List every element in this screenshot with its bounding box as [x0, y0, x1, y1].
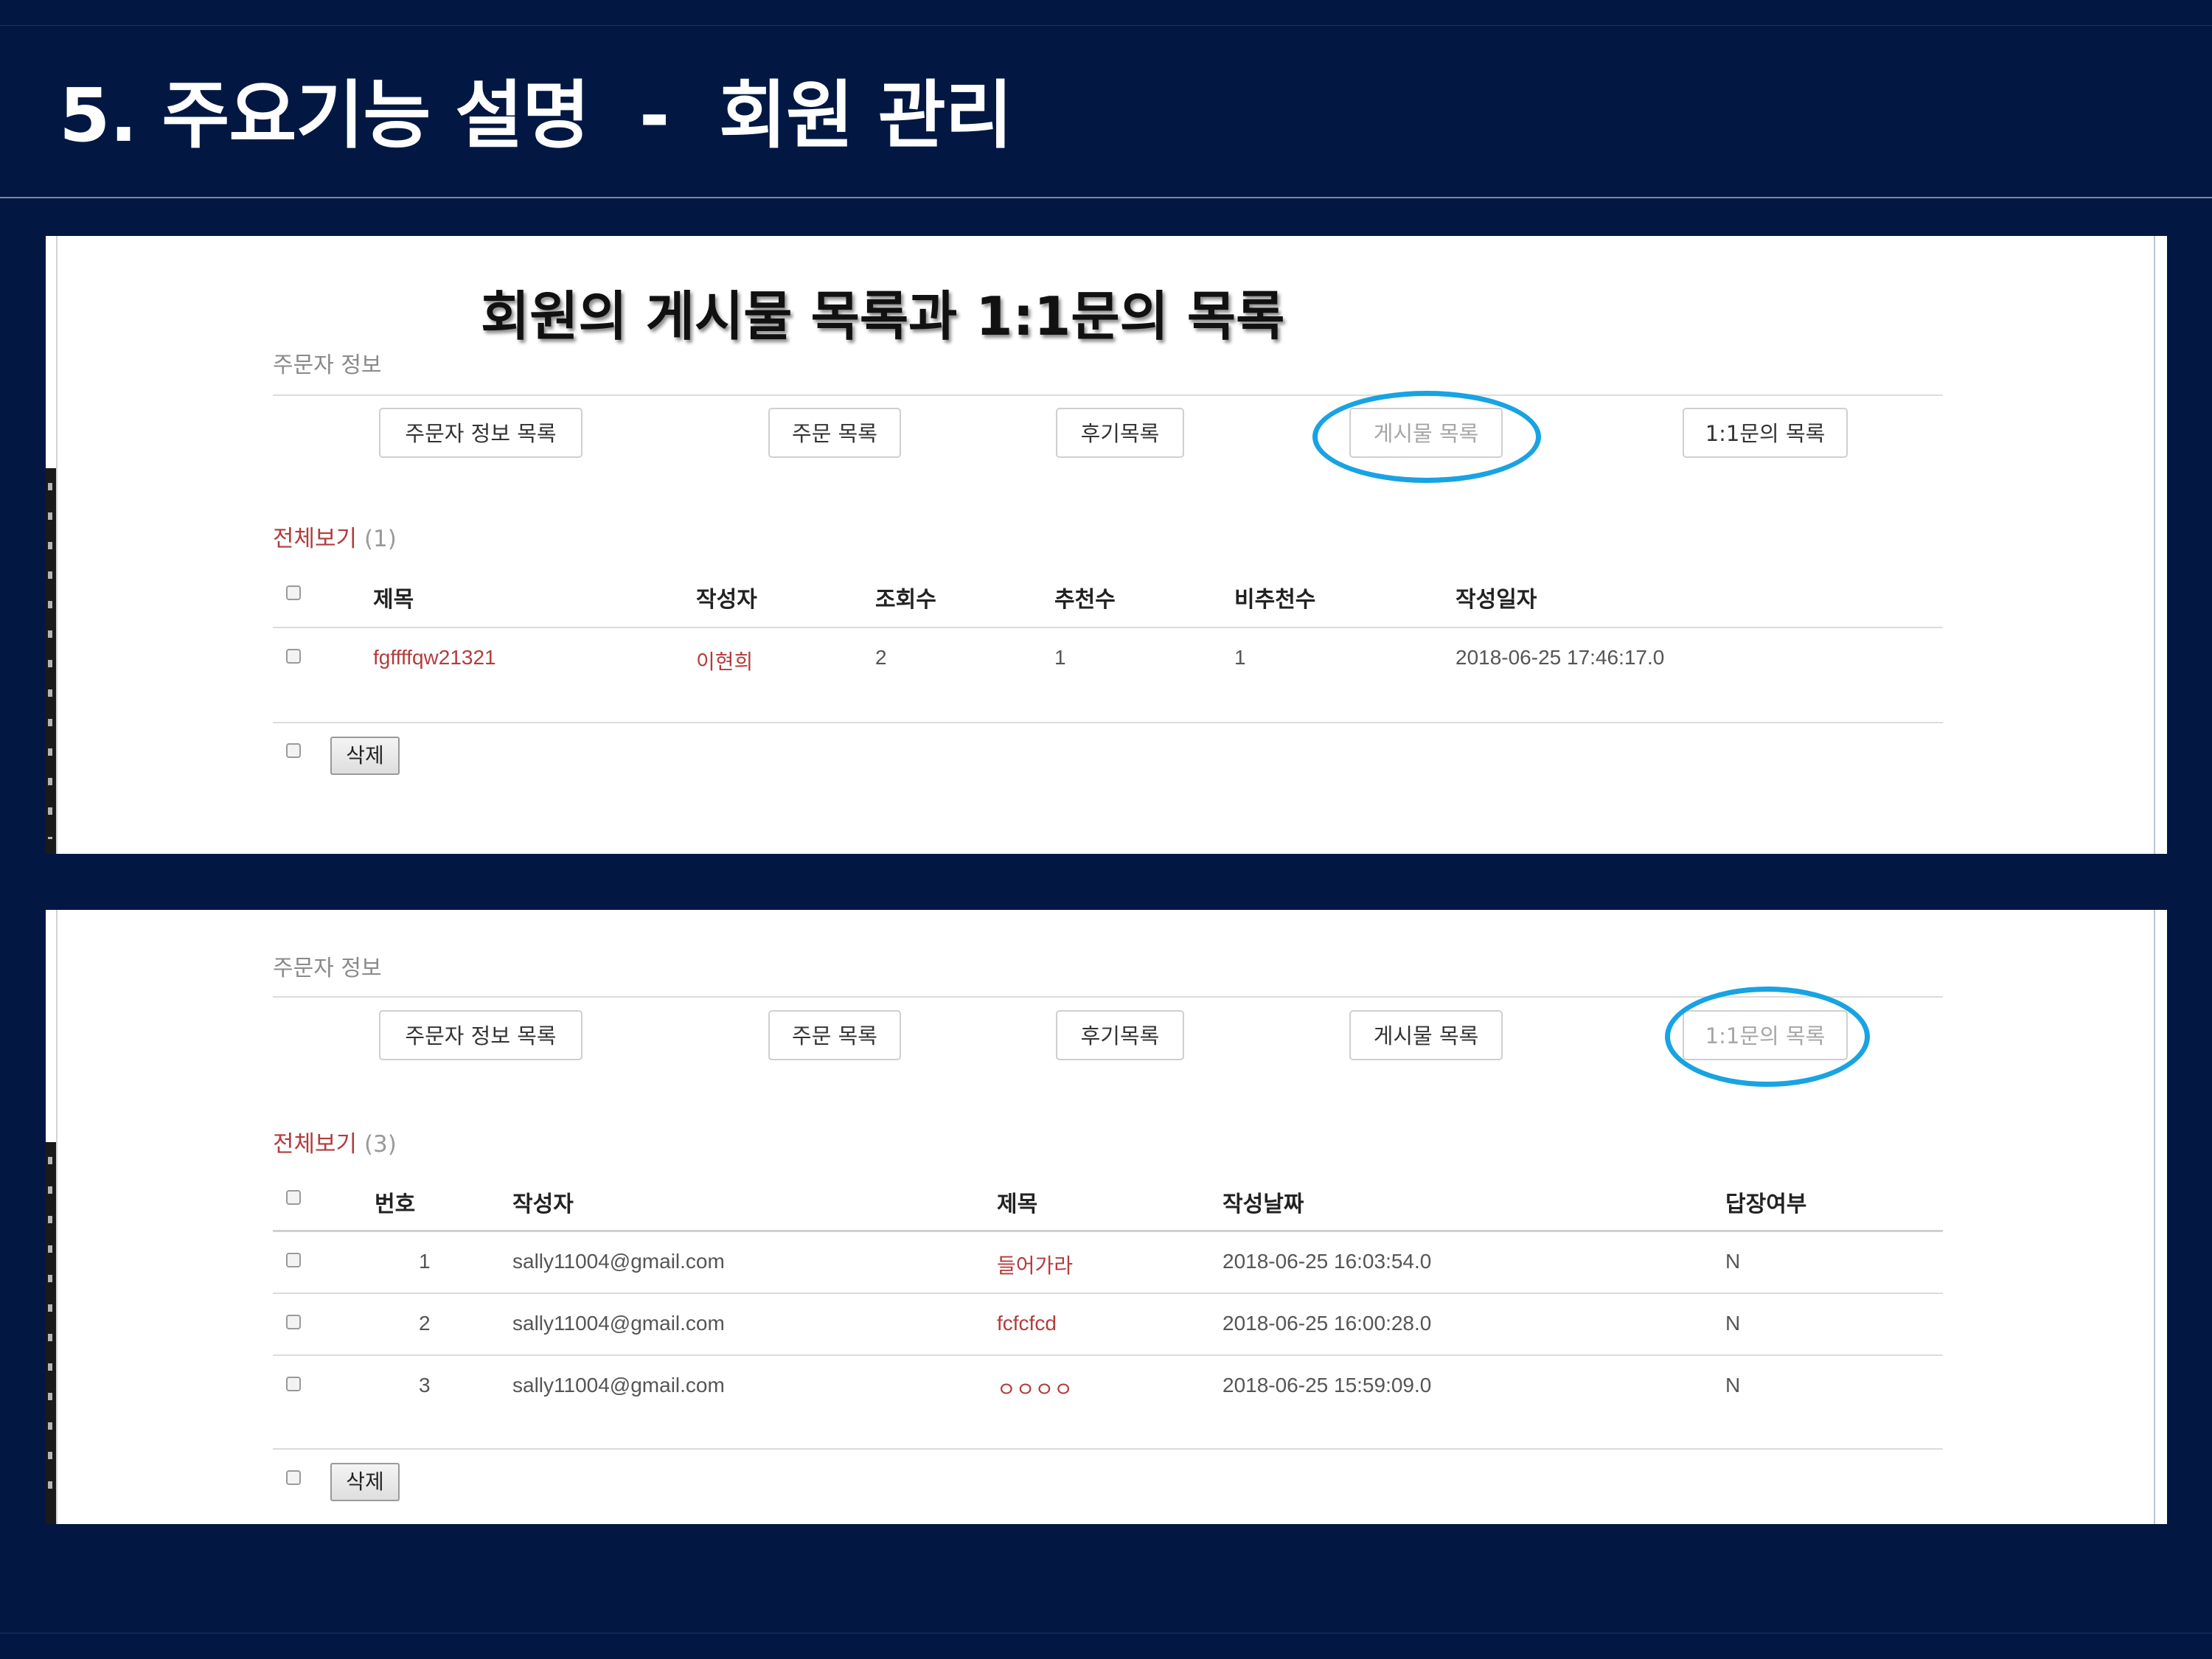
column-date: 작성날짜 — [1222, 1192, 1304, 1217]
tab-post-list[interactable]: 게시물 목록 — [1349, 1010, 1503, 1060]
inquiry-number: 1 — [419, 1250, 431, 1273]
inquiry-author: sally11004@gmail.com — [512, 1250, 725, 1273]
select-all-checkbox[interactable] — [286, 1190, 301, 1205]
column-likes: 추천수 — [1054, 587, 1116, 613]
section-divider — [273, 394, 1943, 396]
delete-button[interactable]: 삭제 — [330, 737, 400, 775]
scrollbar[interactable] — [2154, 236, 2167, 854]
row-checkbox[interactable] — [286, 1377, 301, 1391]
member-inquiries-screenshot: 주문자 정보 주문자 정보 목록 주문 목록 후기목록 게시물 목록 1:1문의… — [46, 910, 2167, 1524]
inquiry-title-link[interactable]: fcfcfcd — [997, 1312, 1057, 1335]
inquiry-date: 2018-06-25 15:59:09.0 — [1222, 1374, 1432, 1397]
delete-button[interactable]: 삭제 — [330, 1463, 400, 1501]
post-author-link[interactable]: 이현희 — [696, 646, 753, 675]
bottom-rule — [0, 1632, 2212, 1634]
row-checkbox[interactable] — [286, 649, 301, 664]
table-footer-divider — [273, 722, 1943, 723]
table-header-divider — [273, 1230, 1943, 1232]
inquiry-title-link[interactable]: 들어가라 — [997, 1250, 1073, 1279]
post-dislikes: 1 — [1234, 646, 1246, 669]
tab-orderer-info-list[interactable]: 주문자 정보 목록 — [379, 1010, 582, 1060]
view-all-link[interactable]: 전체보기 (1) — [273, 520, 397, 553]
row-divider — [273, 1293, 1943, 1294]
slide-title: 5. 주요기능 설명 - 회원 관리 — [59, 72, 1013, 159]
row-checkbox[interactable] — [286, 1315, 301, 1329]
inquiry-author: sally11004@gmail.com — [512, 1312, 725, 1335]
inquiry-number: 2 — [419, 1312, 431, 1335]
post-likes: 1 — [1054, 646, 1066, 669]
highlight-circle — [1312, 391, 1541, 483]
highlight-circle — [1665, 987, 1870, 1087]
tab-order-list[interactable]: 주문 목록 — [768, 1010, 901, 1060]
inquiry-title-link[interactable]: ㅇㅇㅇㅇ — [997, 1374, 1073, 1403]
column-dislikes: 비추천수 — [1234, 587, 1316, 613]
inquiry-reply-status: N — [1725, 1374, 1741, 1397]
table-header-divider — [273, 627, 1943, 628]
row-divider — [273, 1354, 1943, 1356]
column-author: 작성자 — [512, 1192, 574, 1217]
inquiry-reply-status: N — [1725, 1250, 1741, 1273]
tab-review-list[interactable]: 후기목록 — [1056, 408, 1184, 458]
inquiry-number: 3 — [419, 1374, 431, 1397]
tab-inquiry-list[interactable]: 1:1문의 목록 — [1683, 408, 1848, 458]
left-window-strip — [46, 910, 58, 1524]
panel-heading: 회원의 게시물 목록과 1:1문의 목록 — [481, 285, 1285, 347]
column-title: 제목 — [373, 587, 414, 613]
scrollbar[interactable] — [2154, 910, 2167, 1524]
view-all-label[interactable]: 전체보기 — [273, 526, 357, 552]
inquiry-date: 2018-06-25 16:00:28.0 — [1222, 1312, 1432, 1335]
post-views: 2 — [875, 646, 887, 669]
title-divider — [0, 197, 2212, 198]
post-title-link[interactable]: fgffffqw21321 — [373, 646, 496, 669]
title-top-rule — [0, 25, 2212, 26]
member-posts-screenshot: 회원의 게시물 목록과 1:1문의 목록 주문자 정보 주문자 정보 목록 주문… — [46, 236, 2167, 854]
footer-select-checkbox[interactable] — [286, 743, 301, 758]
orderer-info-label: 주문자 정보 — [273, 352, 382, 378]
left-window-strip — [46, 236, 58, 854]
column-title: 제목 — [997, 1192, 1038, 1217]
column-number: 번호 — [375, 1192, 416, 1217]
view-all-count: (3) — [364, 1131, 397, 1158]
view-all-link[interactable]: 전체보기 (3) — [273, 1125, 397, 1158]
orderer-info-label: 주문자 정보 — [273, 956, 382, 981]
tab-orderer-info-list[interactable]: 주문자 정보 목록 — [379, 408, 582, 458]
tab-review-list[interactable]: 후기목록 — [1056, 1010, 1184, 1060]
select-all-checkbox[interactable] — [286, 585, 301, 600]
column-date: 작성일자 — [1455, 587, 1537, 613]
inquiry-date: 2018-06-25 16:03:54.0 — [1222, 1250, 1432, 1273]
column-author: 작성자 — [696, 587, 757, 613]
inquiry-author: sally11004@gmail.com — [512, 1374, 725, 1397]
column-reply-status: 답장여부 — [1725, 1192, 1807, 1217]
section-divider — [273, 996, 1943, 998]
inquiry-reply-status: N — [1725, 1312, 1741, 1335]
view-all-label[interactable]: 전체보기 — [273, 1131, 357, 1158]
table-footer-divider — [273, 1448, 1943, 1450]
column-views: 조회수 — [875, 587, 936, 613]
post-date: 2018-06-25 17:46:17.0 — [1455, 646, 1665, 669]
footer-select-checkbox[interactable] — [286, 1470, 301, 1485]
tab-order-list[interactable]: 주문 목록 — [768, 408, 901, 458]
row-checkbox[interactable] — [286, 1253, 301, 1267]
view-all-count: (1) — [364, 526, 397, 552]
